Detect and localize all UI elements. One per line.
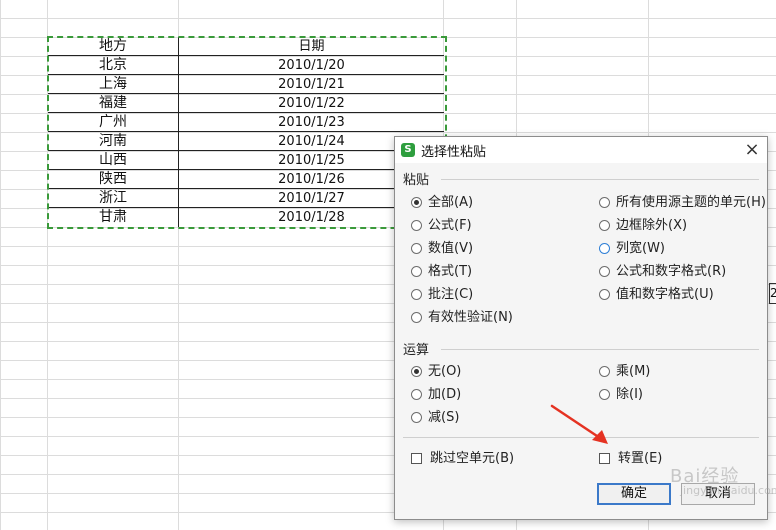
table-row[interactable]: 北京 2010/1/20 — [48, 56, 444, 75]
table-row[interactable]: 福建 2010/1/22 — [48, 94, 444, 113]
paste-section-label: 粘贴 — [403, 173, 430, 188]
cell-place[interactable]: 北京 — [48, 56, 179, 75]
radio-icon — [411, 412, 422, 423]
transpose-checkbox[interactable]: 转置(E) — [599, 450, 662, 468]
radio-icon — [411, 243, 422, 254]
divider — [441, 349, 759, 350]
cell-place[interactable]: 河南 — [48, 132, 179, 151]
radio-paste-all[interactable]: 全部(A) — [411, 194, 473, 212]
radio-icon — [411, 312, 422, 323]
table-row[interactable]: 浙江 2010/1/27 — [48, 189, 444, 208]
radio-paste-formulas-numbers[interactable]: 公式和数字格式(R) — [599, 263, 726, 281]
radio-icon — [411, 266, 422, 277]
cell-date[interactable]: 2010/1/22 — [179, 94, 444, 113]
cell-place[interactable]: 陕西 — [48, 170, 179, 189]
radio-paste-comments[interactable]: 批注(C) — [411, 286, 473, 304]
radio-paste-except-borders[interactable]: 边框除外(X) — [599, 217, 687, 235]
cell-place[interactable]: 浙江 — [48, 189, 179, 208]
radio-op-add[interactable]: 加(D) — [411, 386, 461, 404]
cell-place[interactable]: 广州 — [48, 113, 179, 132]
cell-date[interactable]: 2010/1/21 — [179, 75, 444, 94]
ok-button[interactable]: 确定 — [597, 483, 671, 505]
radio-icon — [411, 197, 422, 208]
table-row[interactable]: 陕西 2010/1/26 — [48, 170, 444, 189]
close-icon[interactable]: × — [741, 139, 763, 161]
checkbox-icon — [411, 453, 422, 464]
header-cell-date[interactable]: 日期 — [179, 37, 444, 56]
skip-blanks-checkbox[interactable]: 跳过空单元(B) — [411, 450, 514, 468]
radio-op-multiply[interactable]: 乘(M) — [599, 363, 650, 381]
divider — [441, 179, 759, 180]
cell-place[interactable]: 福建 — [48, 94, 179, 113]
dialog-titlebar[interactable]: S 选择性粘贴 × — [395, 137, 767, 163]
table-row[interactable]: 广州 2010/1/23 — [48, 113, 444, 132]
radio-paste-source-theme[interactable]: 所有使用源主题的单元(H) — [599, 194, 766, 212]
dialog-title: 选择性粘贴 — [421, 145, 487, 160]
cell-date[interactable]: 2010/1/20 — [179, 56, 444, 75]
cell-date[interactable]: 2010/1/23 — [179, 113, 444, 132]
table-header-row[interactable]: 地方 日期 — [48, 37, 444, 56]
annotation-arrow-icon — [550, 404, 608, 444]
radio-icon — [411, 289, 422, 300]
radio-paste-formats[interactable]: 格式(T) — [411, 263, 472, 281]
radio-paste-formulas[interactable]: 公式(F) — [411, 217, 472, 235]
data-table: 地方 日期 北京 2010/1/20 上海 2010/1/21 福建 2010/… — [48, 37, 444, 227]
radio-icon — [599, 197, 610, 208]
header-cell-place[interactable]: 地方 — [48, 37, 179, 56]
radio-op-subtract[interactable]: 减(S) — [411, 409, 459, 427]
radio-icon — [599, 266, 610, 277]
radio-op-none[interactable]: 无(O) — [411, 363, 461, 381]
cell-place[interactable]: 山西 — [48, 151, 179, 170]
checkbox-icon — [599, 453, 610, 464]
table-row[interactable]: 河南 2010/1/24 — [48, 132, 444, 151]
radio-icon — [599, 366, 610, 377]
table-row[interactable]: 上海 2010/1/21 — [48, 75, 444, 94]
radio-icon — [599, 289, 610, 300]
radio-paste-column-widths[interactable]: 列宽(W) — [599, 240, 665, 258]
radio-paste-values-numbers[interactable]: 值和数字格式(U) — [599, 286, 714, 304]
radio-paste-values[interactable]: 数值(V) — [411, 240, 473, 258]
radio-icon — [411, 366, 422, 377]
radio-icon — [599, 243, 610, 254]
radio-icon — [411, 389, 422, 400]
table-row[interactable]: 甘肃 2010/1/28 — [48, 208, 444, 227]
radio-icon — [599, 220, 610, 231]
watermark-url: jingyan.baidu.com — [680, 484, 776, 497]
operation-section-label: 运算 — [403, 343, 430, 358]
cell-place[interactable]: 上海 — [48, 75, 179, 94]
radio-paste-validation[interactable]: 有效性验证(N) — [411, 309, 513, 327]
cell-place[interactable]: 甘肃 — [48, 208, 179, 227]
edge-cell[interactable]: 2 — [769, 283, 776, 304]
radio-icon — [599, 389, 610, 400]
radio-icon — [411, 220, 422, 231]
wps-app-icon: S — [401, 143, 415, 157]
table-row[interactable]: 山西 2010/1/25 — [48, 151, 444, 170]
